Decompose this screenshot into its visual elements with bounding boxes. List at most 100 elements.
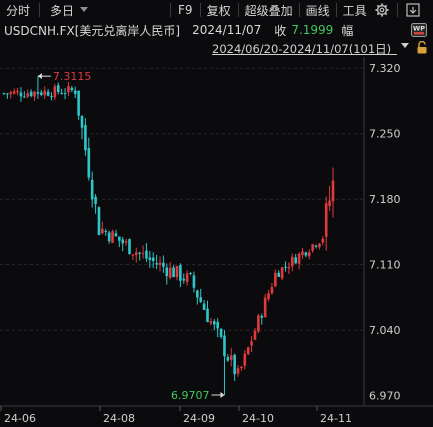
candle-body (199, 297, 203, 303)
candle-body (216, 321, 219, 329)
candle-body (192, 275, 196, 288)
candle-body (223, 335, 226, 357)
candle-body (267, 293, 270, 300)
y-tick-label: 7.110 (369, 259, 401, 272)
candle-body (206, 308, 209, 322)
candle-body (328, 200, 331, 207)
candle-body (77, 90, 80, 116)
candle-body (185, 273, 189, 283)
candlestick-chart: 7.3207.2507.1807.1107.0406.970 24-06 24-0… (0, 57, 433, 425)
candle-body (219, 328, 223, 337)
candle-body (9, 92, 13, 95)
candle-body (33, 91, 36, 97)
candle-body (314, 245, 318, 247)
candle-body (212, 321, 216, 325)
candle-body (294, 257, 297, 264)
candle-body (26, 93, 30, 97)
candle-body (121, 239, 125, 244)
chart-grid (0, 57, 433, 407)
candle-body (90, 179, 94, 200)
candle-body (290, 256, 294, 267)
x-axis: 24-06 24-08 24-09 24-10 24-11 (0, 406, 352, 425)
candle-body (277, 272, 281, 277)
candle-body (50, 96, 53, 98)
candle-body (19, 92, 23, 97)
candle-body (80, 116, 84, 128)
y-tick-label: 7.250 (369, 128, 401, 141)
candle-body (280, 267, 284, 279)
candle-body (209, 321, 213, 324)
y-tick-label: 7.040 (369, 324, 401, 337)
candle-body (16, 90, 19, 93)
candle-body (257, 315, 260, 332)
candle-body (40, 92, 43, 95)
y-tick-label: 6.970 (369, 390, 401, 403)
candle-body (141, 252, 145, 254)
candle-body (301, 251, 304, 256)
candle-body (233, 354, 236, 375)
low-arrow (220, 391, 225, 398)
candle-body (229, 355, 233, 360)
candle-body (253, 330, 257, 340)
candle-body (243, 353, 247, 366)
candle-body (287, 267, 291, 269)
candle-body (318, 243, 321, 248)
candle-body (87, 148, 91, 178)
high-label: 7.3115 (53, 70, 92, 83)
candle-body (304, 252, 308, 256)
candle-body (84, 125, 87, 151)
candle-body (246, 347, 250, 355)
candle-body (43, 90, 47, 96)
candle-body (226, 357, 230, 361)
candle-body (155, 263, 158, 265)
y-tick-label: 7.320 (369, 62, 401, 75)
candle-body (189, 272, 192, 274)
candle-body (101, 228, 104, 234)
candle-body (311, 244, 314, 251)
candle-body (107, 232, 111, 242)
candle-body (60, 92, 63, 94)
candle-body (131, 254, 135, 256)
candle-body (158, 262, 162, 265)
candle-body (23, 96, 26, 98)
candle-body (236, 368, 240, 374)
candle-body (182, 278, 186, 281)
candle-body (118, 236, 121, 241)
candle-body (46, 91, 50, 96)
candle-body (94, 196, 97, 204)
candle-body (331, 180, 335, 202)
candle-body (111, 231, 114, 243)
candle-body (274, 272, 277, 287)
x-tick-label: 24-06 (4, 412, 36, 425)
high-arrow (37, 73, 42, 80)
candle-body (321, 238, 325, 243)
candle-body (53, 86, 57, 98)
candle-body (284, 266, 287, 268)
candle-body (179, 265, 182, 281)
candle-body (151, 257, 155, 261)
candle-body (162, 262, 165, 267)
candle-body (175, 265, 179, 277)
candle-body (196, 290, 199, 298)
candle-body (29, 91, 33, 97)
candle-body (6, 93, 9, 95)
candle-body (145, 250, 148, 259)
candle-body (165, 267, 169, 277)
y-tick-label: 7.180 (369, 193, 401, 206)
candle-body (67, 86, 70, 93)
candle-body (250, 341, 253, 346)
candle-body (12, 91, 16, 94)
candle-body (260, 315, 264, 318)
candle-body (148, 257, 152, 261)
candle-body (97, 207, 101, 236)
candle-body (172, 267, 175, 278)
chart-annotations: 7.3115 6.9707 (37, 70, 225, 402)
x-tick-label: 24-09 (183, 412, 215, 425)
candle-body (202, 303, 206, 310)
candle-body (307, 252, 311, 257)
candle-body (138, 252, 141, 254)
candle-body (36, 92, 40, 94)
candle-body (114, 233, 118, 237)
candle-body (56, 85, 60, 93)
candle-body (124, 241, 128, 243)
